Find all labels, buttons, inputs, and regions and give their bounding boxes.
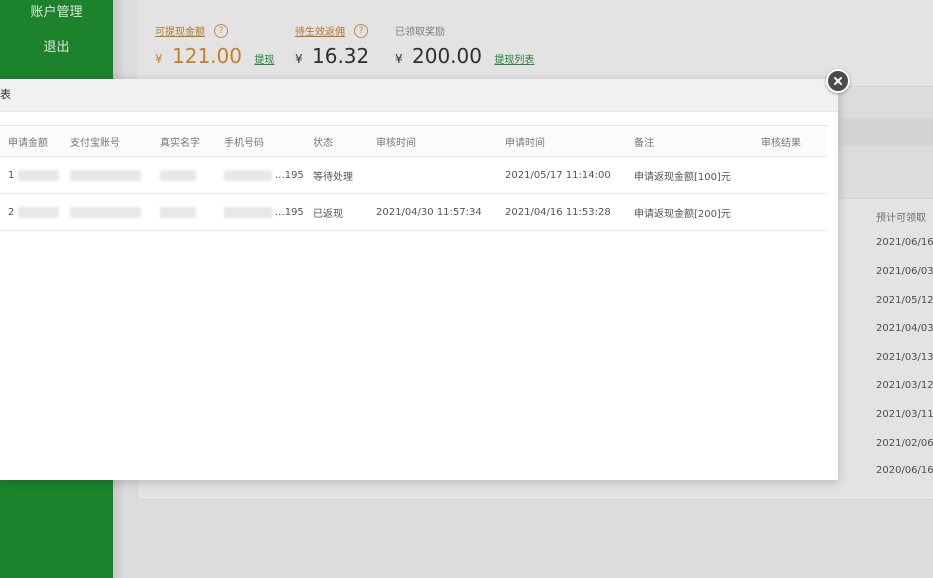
metric-pending-commission: 待生效返佣 ? <box>295 20 369 39</box>
table-header-row: 申请金额 支付宝账号 真实名字 手机号码 状态 审核时间 申请时间 备注 审核结… <box>0 126 827 157</box>
cell-apply-time: 2021/05/17 11:14:00 <box>497 156 626 194</box>
withdraw-list-link[interactable]: 提现列表 <box>494 55 534 66</box>
amount-claimed: ¥ 200.00 提现列表 <box>395 44 534 68</box>
background-date: 2021/05/12 <box>876 295 933 306</box>
sidebar-item-account-management[interactable]: 账户管理 <box>0 0 113 26</box>
cell-amount: 1 xxxxx <box>0 156 62 194</box>
column-header: 支付宝账号 <box>62 126 152 157</box>
withdraw-list-modal: 表 申请金额 支付宝账号 真实名字 手机号码 状态 审核时间 申请时间 备注 审… <box>0 79 838 480</box>
metric-label[interactable]: 待生效返佣 <box>295 23 345 38</box>
column-header: 状态 <box>305 126 368 157</box>
column-header: 申请时间 <box>497 126 626 157</box>
cell-note: 申请返现金额[200]元 <box>626 193 753 231</box>
cell-name: xxxx <box>152 193 216 231</box>
column-header: 审核时间 <box>368 126 497 157</box>
redacted-block: xxxx <box>160 169 196 181</box>
redacted-block: xxxxxxxxxx <box>70 169 142 181</box>
withdraw-table: 申请金额 支付宝账号 真实名字 手机号码 状态 审核时间 申请时间 备注 审核结… <box>0 126 827 231</box>
cell-review-time <box>368 156 497 194</box>
withdraw-link[interactable]: 提现 <box>254 55 274 66</box>
redacted-block: xxxxx <box>17 169 60 181</box>
background-date: 2021/06/03 <box>876 266 933 277</box>
modal-header: 表 <box>0 79 838 112</box>
background-date: 2020/06/16 <box>876 465 933 476</box>
cell-status: 等待处理 <box>305 156 368 194</box>
metric-label[interactable]: 可提现金额 <box>155 23 205 38</box>
question-circle-icon[interactable]: ? <box>214 23 229 38</box>
background-date: 2021/02/06 <box>876 438 933 449</box>
redacted-block: xxxxx <box>17 206 60 218</box>
cell-status: 已返现 <box>305 193 368 231</box>
cell-apply-time: 2021/04/16 11:53:28 <box>497 193 626 231</box>
question-circle-icon[interactable]: ? <box>354 23 369 38</box>
metric-label: 已领取奖励 <box>395 27 445 38</box>
cell-alipay: xxxxxxxxxx <box>62 156 152 194</box>
cell-phone: xxxxxx …195 <box>216 156 305 194</box>
modal-title: 表 <box>0 88 11 101</box>
column-header: 手机号码 <box>216 126 305 157</box>
redacted-block: xxxxxx <box>224 169 272 181</box>
cell-amount-text: 2 <box>8 206 15 218</box>
modal-close-button[interactable] <box>826 69 850 93</box>
redacted-block: xxxxxxxxxx <box>70 206 142 218</box>
cell-note: 申请返现金额[100]元 <box>626 156 753 194</box>
cell-alipay: xxxxxxxxxx <box>62 193 152 231</box>
column-header: 备注 <box>626 126 753 157</box>
redacted-block: xxxxxx <box>224 206 272 218</box>
close-icon <box>834 77 842 85</box>
column-header: 真实名字 <box>152 126 216 157</box>
background-date: 2021/03/11 <box>876 409 933 420</box>
background-date: 2021/03/13 <box>876 352 933 363</box>
cell-phone: xxxxxx …195 <box>216 193 305 231</box>
cell-review-time: 2021/04/30 11:57:34 <box>368 193 497 231</box>
balance-card: 可提现金额 ? ¥ 121.00 提现 待生效返佣 ? ¥ 16.32 已领取奖… <box>137 0 933 87</box>
background-date: 2021/06/16 <box>876 237 933 248</box>
table-row: 2 xxxxx xxxxxxxxxx xxxx xxxxxx …195 <box>0 193 827 231</box>
cell-amount-text: 1 <box>8 169 15 181</box>
withdraw-table-wrap: 申请金额 支付宝账号 真实名字 手机号码 状态 审核时间 申请时间 备注 审核结… <box>0 125 827 231</box>
background-date: 2021/04/03 <box>876 323 933 334</box>
currency-symbol: ¥ <box>155 52 163 66</box>
amount-withdrawable: ¥ 121.00 提现 <box>155 44 274 68</box>
cell-name: xxxx <box>152 156 216 194</box>
cell-amount: 2 xxxxx <box>0 193 62 231</box>
background-list-header: 预计可领取 <box>876 213 926 224</box>
background-date: 2021/03/12 <box>876 380 933 391</box>
amount-pending: ¥ 16.32 <box>295 44 369 68</box>
table-row: 1 xxxxx xxxxxxxxxx xxxx xxxxxx …195 <box>0 156 827 194</box>
metric-withdrawable: 可提现金额 ? <box>155 20 229 39</box>
sidebar-item-logout[interactable]: 退出 <box>0 26 113 70</box>
currency-symbol: ¥ <box>395 52 403 66</box>
cell-phone-text: …195 <box>274 169 304 181</box>
metric-claimed-rewards: 已领取奖励 <box>395 20 445 39</box>
amount-value: 121.00 <box>172 44 242 68</box>
currency-symbol: ¥ <box>295 52 303 66</box>
cell-phone-text: …195 <box>274 206 304 218</box>
column-header: 申请金额 <box>0 126 62 157</box>
amount-value: 200.00 <box>412 44 482 68</box>
amount-value: 16.32 <box>312 44 370 68</box>
column-header: 审核结果 <box>753 126 827 157</box>
cell-result <box>753 193 827 231</box>
redacted-block: xxxx <box>160 206 196 218</box>
cell-result <box>753 156 827 194</box>
